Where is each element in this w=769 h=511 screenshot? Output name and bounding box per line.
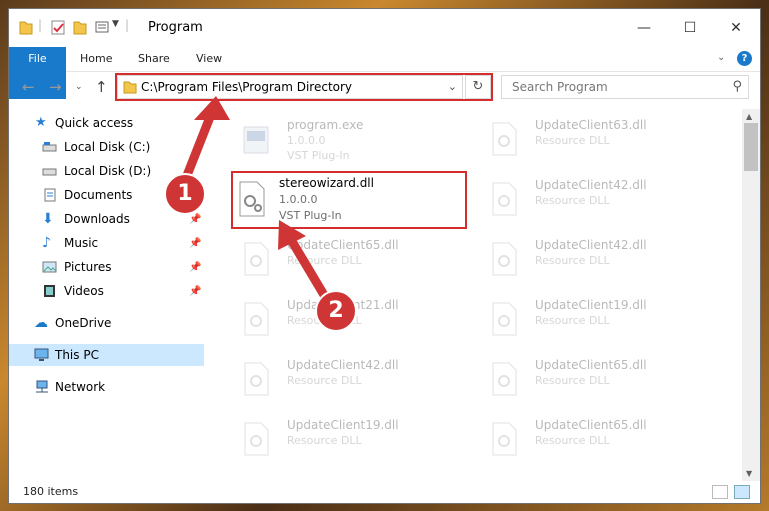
arrow-1-head [194, 96, 230, 120]
step-badge-1: 1 [164, 173, 206, 215]
arrow-1-shaft [181, 107, 217, 183]
arrow-2-shaft [285, 233, 332, 305]
step-badge-2: 2 [315, 290, 357, 332]
annotation-arrows [181, 96, 332, 305]
